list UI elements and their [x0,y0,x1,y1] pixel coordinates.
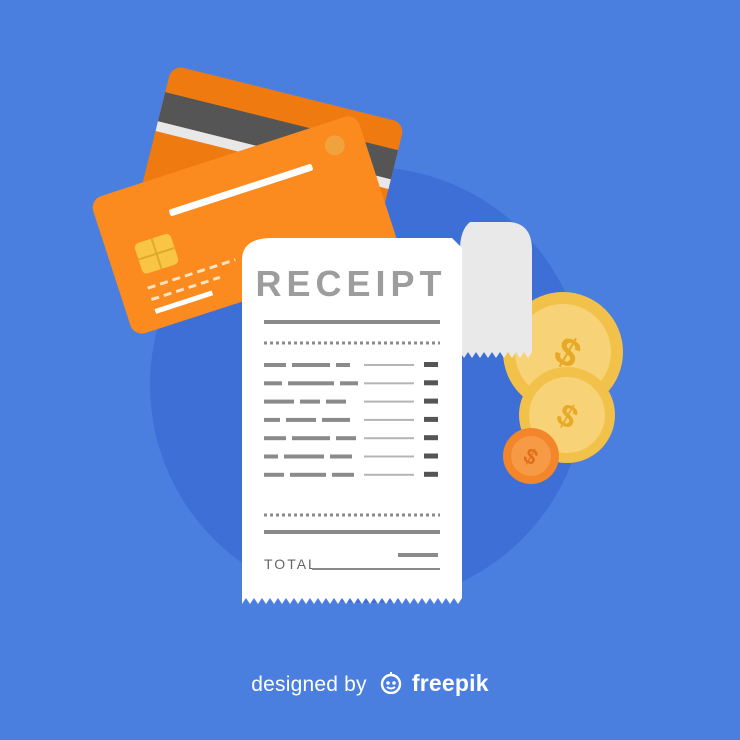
line-item-label [292,436,330,441]
line-item-label [322,417,350,422]
credit-line: designed by freepik [0,670,740,697]
line-item-amount [424,362,438,367]
line-item-leader [364,418,414,421]
total-line [312,568,440,570]
line-item-label [340,381,358,386]
line-item-amount [424,380,438,386]
line-item-leader [364,400,414,403]
line-item-amount [424,416,438,422]
line-item-leader [364,437,414,440]
receipt-rule [264,530,440,534]
freepik-logo-icon [380,672,402,694]
line-item-label [332,472,354,477]
credit-brand: freepik [411,670,489,696]
line-item-label [286,417,316,422]
coin-small: $ [503,428,559,484]
receipt-rule [264,320,440,324]
line-item-leader [364,473,414,476]
receipt-title: RECEIPT [255,263,446,304]
line-item-amount [424,398,438,404]
line-item-label [326,399,346,404]
line-item-label [264,436,286,441]
illustration: $ $ $ RECEIPT TOTAL designed by freepik [0,0,740,740]
line-item-label [336,363,350,367]
receipt-illustration: $ $ $ RECEIPT TOTAL [0,0,740,740]
total-amount [398,553,438,557]
line-item-label [264,417,280,422]
receipt-curl [460,222,532,358]
line-item-label [264,363,286,367]
line-item-amount [424,435,438,441]
line-item-label [300,399,320,404]
line-item-label [264,399,294,404]
line-item-label [264,454,278,459]
line-item-amount [424,453,438,459]
line-item-label [336,436,356,441]
total-label: TOTAL [264,556,318,572]
line-item-label [288,381,334,386]
line-item-label [290,472,326,477]
line-item-leader [364,364,414,366]
line-item-label [292,363,330,367]
line-item-leader [364,455,414,458]
line-item-amount [424,471,438,477]
line-item-leader [364,382,414,385]
line-item-label [264,472,284,477]
line-item-label [330,454,352,459]
line-item-label [264,381,282,386]
credit-prefix: designed by [251,673,367,696]
line-item-label [284,454,324,459]
